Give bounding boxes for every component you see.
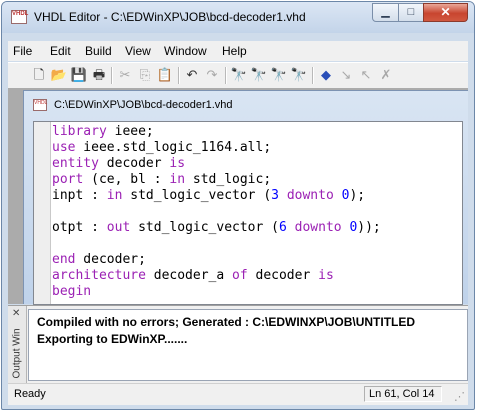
code-text: decoder_a: [145, 268, 233, 283]
cursor-position: Ln 61, Col 14: [364, 386, 442, 402]
editor-gutter[interactable]: [34, 122, 51, 304]
code-text: inpt :: [52, 188, 107, 203]
code-keyword: out: [106, 220, 131, 235]
output-window-label: Output Win: [11, 328, 23, 379]
code-keyword: in: [106, 188, 123, 203]
output-text-area[interactable]: Compiled with no errors; Generated : C:\…: [28, 309, 468, 381]
status-bar: Ready Ln 61, Col 14 ⋰: [8, 383, 468, 405]
print-icon[interactable]: 🖶: [90, 66, 108, 84]
vhdl-app-icon[interactable]: VHDL: [11, 10, 28, 24]
code-keyword: entity: [52, 156, 99, 171]
code-text: decoder: [247, 268, 319, 283]
code-line[interactable]: otpt : out std_logic_vector (6 downto 0)…: [52, 220, 381, 236]
toolbar-separator: [312, 67, 314, 84]
title-bar[interactable]: VHDL VHDL Editor - C:\EDWinXP\JOB\bcd-de…: [2, 2, 474, 33]
code-keyword: downto: [294, 220, 342, 235]
code-text: ));: [357, 220, 381, 235]
resize-grip-icon[interactable]: ⋰: [454, 390, 465, 403]
code-text: (ce, bl :: [83, 172, 170, 187]
code-keyword: is: [169, 156, 186, 171]
toolbar-separator: [178, 67, 180, 84]
cut-icon[interactable]: ✂: [116, 66, 134, 84]
app-window: VHDL VHDL Editor - C:\EDWinXP\JOB\bcd-de…: [1, 1, 475, 410]
code-text: std_logic;: [185, 172, 272, 187]
output-line: Compiled with no errors; Generated : C:\…: [37, 315, 416, 329]
next-bookmark-icon[interactable]: ↘: [337, 66, 355, 84]
code-keyword: in: [169, 172, 186, 187]
code-keyword: port: [52, 172, 84, 187]
code-keyword: of: [232, 268, 248, 283]
menu-build[interactable]: Build: [85, 44, 112, 58]
find-icon[interactable]: 🔭: [230, 66, 248, 84]
code-line[interactable]: entity decoder is: [52, 156, 185, 172]
code-line[interactable]: use ieee.std_logic_1164.all;: [52, 140, 271, 156]
window-title: VHDL Editor - C:\EDWinXP\JOB\bcd-decoder…: [34, 10, 306, 24]
toolbar-separator: [225, 67, 227, 84]
code-line[interactable]: library ieee;: [52, 124, 154, 140]
replace-icon[interactable]: 🔭: [270, 66, 288, 84]
status-text: Ready: [14, 388, 46, 400]
code-keyword: library: [52, 124, 107, 139]
document-icon[interactable]: VHDL: [33, 99, 47, 111]
document-window[interactable]: VHDL C:\EDWinXP\JOB\bcd-decoder1.vhd lib…: [23, 90, 468, 305]
code-line[interactable]: port (ce, bl : in std_logic;: [52, 172, 271, 188]
code-number: 6: [279, 220, 287, 235]
code-text: ieee;: [106, 124, 154, 139]
document-title: C:\EDWinXP\JOB\bcd-decoder1.vhd: [54, 99, 233, 111]
code-keyword: architecture: [52, 268, 146, 283]
menu-help[interactable]: Help: [222, 44, 247, 58]
code-text: decoder;: [75, 252, 146, 267]
code-text: decoder: [98, 156, 170, 171]
code-editor[interactable]: library ieee; use ieee.std_logic_1164.all…: [33, 121, 463, 305]
maximize-button[interactable]: □: [398, 3, 424, 22]
code-line[interactable]: end decoder;: [52, 252, 146, 268]
open-folder-icon[interactable]: 📂: [50, 66, 68, 84]
code-line[interactable]: inpt : in std_logic_vector (3 downto 0);: [52, 188, 365, 204]
code-text: otpt :: [52, 220, 107, 235]
copy-icon[interactable]: ⎘: [136, 66, 154, 84]
code-line[interactable]: begin: [52, 284, 91, 300]
new-file-icon[interactable]: 🗋: [30, 66, 48, 84]
code-text: ieee.std_logic_1164.all;: [75, 140, 272, 155]
code-text: std_logic_vector (: [122, 188, 272, 203]
menu-view[interactable]: View: [125, 44, 151, 58]
previous-bookmark-icon[interactable]: ↖: [357, 66, 375, 84]
find-in-files-icon[interactable]: 🔭: [290, 66, 308, 84]
output-window: ✕ Output Win Compiled with no errors; Ge…: [8, 305, 468, 383]
clear-bookmarks-icon[interactable]: ✗: [377, 66, 395, 84]
toolbar-separator: [111, 67, 113, 84]
redo-icon[interactable]: ↷: [203, 66, 221, 84]
code-keyword: is: [318, 268, 334, 283]
output-line: Exporting to EDWinXP.......: [37, 332, 188, 346]
save-icon[interactable]: 💾: [70, 66, 88, 84]
code-keyword: end: [52, 252, 76, 267]
code-number: 3: [271, 188, 279, 203]
close-button[interactable]: ✕: [423, 3, 468, 22]
menu-file[interactable]: File: [13, 44, 32, 58]
paste-icon[interactable]: 📋: [156, 66, 174, 84]
code-text: std_logic_vector (: [130, 220, 279, 235]
code-keyword: downto: [286, 188, 334, 203]
mdi-client-area: VHDL C:\EDWinXP\JOB\bcd-decoder1.vhd lib…: [8, 88, 468, 305]
undo-icon[interactable]: ↶: [183, 66, 201, 84]
find-next-icon[interactable]: 🔭: [250, 66, 268, 84]
toggle-bookmark-icon[interactable]: ◆: [317, 66, 335, 84]
menu-edit[interactable]: Edit: [50, 44, 71, 58]
toolbar: 🗋 📂 💾 🖶 ✂ ⎘ 📋 ↶ ↷ 🔭 🔭 🔭 🔭 ◆ ↘ ↖ ✗: [8, 62, 468, 88]
code-keyword: begin: [52, 284, 92, 299]
menu-window[interactable]: Window: [164, 44, 207, 58]
menu-bar: File Edit Build View Window Help: [8, 41, 468, 61]
code-text: );: [349, 188, 366, 203]
code-line[interactable]: architecture decoder_a of decoder is: [52, 268, 334, 284]
minimize-button[interactable]: ▁: [372, 3, 399, 22]
output-window-grip[interactable]: ✕ Output Win: [8, 306, 27, 383]
close-icon[interactable]: ✕: [12, 308, 20, 319]
code-keyword: use: [52, 140, 76, 155]
